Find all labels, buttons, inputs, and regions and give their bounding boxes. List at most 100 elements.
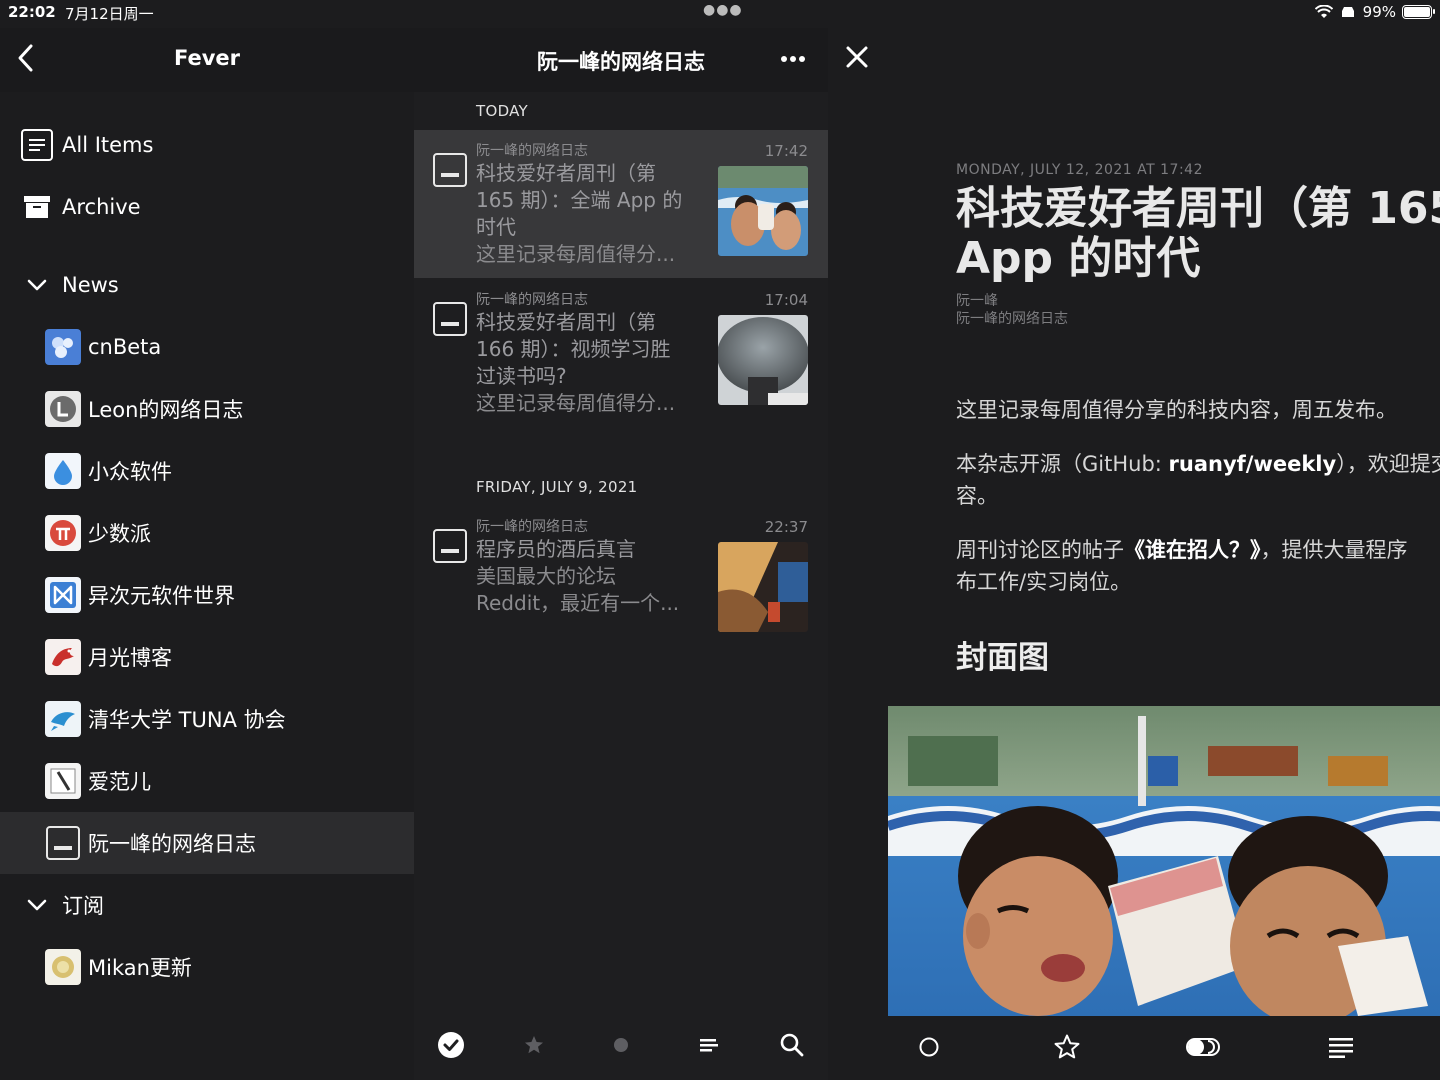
ruanyf-icon (45, 825, 81, 861)
article-paragraph: 周刊讨论区的帖子《谁在招人？》，提供大量程序 布工作/实习岗位。 (956, 534, 1440, 598)
star-button[interactable] (1050, 1030, 1084, 1064)
sidebar-item-cnbeta[interactable]: cnBeta (0, 316, 414, 378)
article-thumbnail (718, 542, 808, 632)
ruanyf-icon (433, 302, 467, 336)
sidebar-item-label: 清华大学 TUNA 协会 (88, 708, 286, 732)
article-heading-line: App 的时代 (956, 233, 1201, 284)
checkmark-circle-icon (438, 1032, 464, 1058)
text-format-button[interactable] (1324, 1030, 1358, 1064)
article-summary: 美国最大的论坛 (476, 564, 616, 588)
article-row[interactable]: 阮一峰的网络日志 22:37 程序员的酒后真言 美国最大的论坛 Reddit，最… (414, 506, 828, 654)
sidebar-item-all-items[interactable]: All Items (0, 114, 414, 176)
sidebar-item-iplaysoft[interactable]: 异次元软件世界 (0, 564, 414, 626)
mark-read-button[interactable] (436, 1030, 466, 1060)
reader-toolbar (828, 1016, 1440, 1080)
sidebar-title: Fever (173, 46, 241, 70)
cnbeta-icon (45, 329, 81, 365)
appinn-icon (45, 453, 81, 489)
sidebar-item-sspai[interactable]: 少数派 (0, 502, 414, 564)
more-icon[interactable] (780, 50, 806, 68)
reader-pane: MONDAY, JULY 12, 2021 AT 17:42 科技爱好者周刊（第… (828, 28, 1440, 1080)
archive-icon (24, 196, 50, 218)
sidebar-item-label: 月光博客 (88, 646, 172, 670)
all-filter-button[interactable] (694, 1030, 724, 1060)
article-date: MONDAY, JULY 12, 2021 AT 17:42 (956, 162, 1203, 178)
paragraph-text: 本杂志开源（GitHub: (956, 452, 1169, 476)
starred-filter-button[interactable] (519, 1030, 549, 1060)
article-summary: Reddit，最近有一个... (476, 591, 680, 615)
article-row[interactable]: 阮一峰的网络日志 17:42 科技爱好者周刊（第 165 期）：全端 App 的… (414, 130, 828, 278)
article-title: 程序员的酒后真言 美国最大的论坛 Reddit，最近有一个... (476, 536, 711, 617)
sidebar-group-label: 订阅 (62, 894, 104, 918)
status-time: 22:02 (8, 3, 56, 21)
unread-filter-button[interactable] (606, 1030, 636, 1060)
article-source: 阮一峰的网络日志 (476, 292, 588, 308)
sidebar-item-leon[interactable]: Leon的网络日志 (0, 378, 414, 440)
article-author: 阮一峰 (956, 293, 998, 309)
article-paragraph: 这里记录每周值得分享的科技内容，周五发布。 (956, 398, 1397, 422)
article-title-line: 时代 (476, 215, 516, 239)
chevron-down-icon (27, 279, 47, 291)
article-title-line: 程序员的酒后真言 (476, 537, 636, 561)
article-title: 科技爱好者周刊（第 166 期）：视频学习胜 过读书吗? 这里记录每周值得分..… (476, 309, 711, 417)
article-source: 阮一峰的网络日志 (476, 519, 588, 535)
paragraph-text: ，提供大量程序 (1260, 538, 1408, 562)
sidebar-group-news[interactable]: News (0, 254, 414, 316)
iplaysoft-icon (45, 577, 81, 613)
article-summary: 这里记录每周值得分... (476, 242, 676, 266)
article-time: 17:42 (764, 142, 808, 160)
sidebar-item-ruanyf[interactable]: 阮一峰的网络日志 (0, 812, 414, 874)
sidebar-group-subscriptions[interactable]: 订阅 (0, 874, 414, 936)
sidebar-item-label: All Items (62, 133, 154, 157)
cover-image (888, 706, 1440, 1016)
search-button[interactable] (777, 1030, 807, 1060)
sidebar-item-ifanr[interactable]: 爱范儿 (0, 750, 414, 812)
leon-icon (45, 391, 81, 427)
sidebar-item-mikan[interactable]: Mikan更新 (0, 936, 414, 998)
article-source: 阮一峰的网络日志 (476, 143, 588, 159)
ruanyf-icon (433, 153, 467, 187)
sspai-icon (45, 515, 81, 551)
sidebar-item-label: cnBeta (88, 335, 162, 359)
star-outline-icon (1054, 1034, 1080, 1059)
article-paragraph: 本杂志开源（GitHub: ruanyf/weekly），欢迎提交 容。 (956, 448, 1440, 512)
sidebar-item-label: Leon的网络日志 (88, 398, 244, 422)
toggle-icon (1186, 1038, 1220, 1056)
article-title-line: 165 期）：全端 App 的 (476, 188, 683, 212)
article-title-line: 科技爱好者周刊（第 (476, 310, 656, 334)
battery-icon (1402, 5, 1435, 19)
sidebar-item-label: 爱范儿 (88, 770, 151, 794)
mikan-icon (45, 949, 81, 985)
mark-unread-button[interactable] (912, 1030, 946, 1064)
text-lines-icon (1329, 1038, 1353, 1058)
sidebar-item-tuna[interactable]: 清华大学 TUNA 协会 (0, 688, 414, 750)
circle-icon (919, 1037, 939, 1057)
multitasking-dots-icon[interactable]: ●●● (703, 2, 743, 18)
article-time: 22:37 (764, 518, 808, 536)
article-list-pane: 阮一峰的网络日志 TODAY 阮一峰的网络日志 17:42 科技爱好者周刊（第 … (414, 28, 828, 1080)
search-icon (780, 1033, 804, 1057)
sidebar-item-appinn[interactable]: 小众软件 (0, 440, 414, 502)
article-heading: 科技爱好者周刊（第 165 App 的时代 (956, 184, 1440, 284)
hiring-thread-link[interactable]: 《谁在招人？》 (1124, 538, 1261, 562)
status-date: 7月12日周一 (65, 5, 154, 23)
paragraph-text: 布工作/实习岗位。 (956, 570, 1132, 594)
list-title: 阮一峰的网络日志 (537, 50, 705, 74)
sidebar-item-archive[interactable]: Archive (0, 176, 414, 238)
article-time: 17:04 (764, 291, 808, 309)
close-icon[interactable] (844, 44, 870, 70)
article-title-line: 166 期）：视频学习胜 (476, 337, 671, 361)
paragraph-text: 周刊讨论区的帖子 (956, 538, 1124, 562)
reader-view-toggle[interactable] (1186, 1030, 1220, 1064)
article-title-line: 过读书吗? (476, 364, 567, 388)
list-icon (21, 129, 53, 161)
github-link[interactable]: ruanyf/weekly (1169, 452, 1337, 476)
sidebar-navbar: Fever (0, 28, 414, 92)
status-bar: 22:02 7月12日周一 ●●● 99% (0, 0, 1440, 28)
lines-icon (700, 1039, 718, 1052)
dot-icon (614, 1038, 628, 1052)
sidebar: Fever All Items Archive News cnBeta Leon… (0, 28, 414, 1080)
sidebar-item-williamlong[interactable]: 月光博客 (0, 626, 414, 688)
article-row[interactable]: 阮一峰的网络日志 17:04 科技爱好者周刊（第 166 期）：视频学习胜 过读… (414, 279, 828, 427)
car-icon (1341, 7, 1354, 17)
